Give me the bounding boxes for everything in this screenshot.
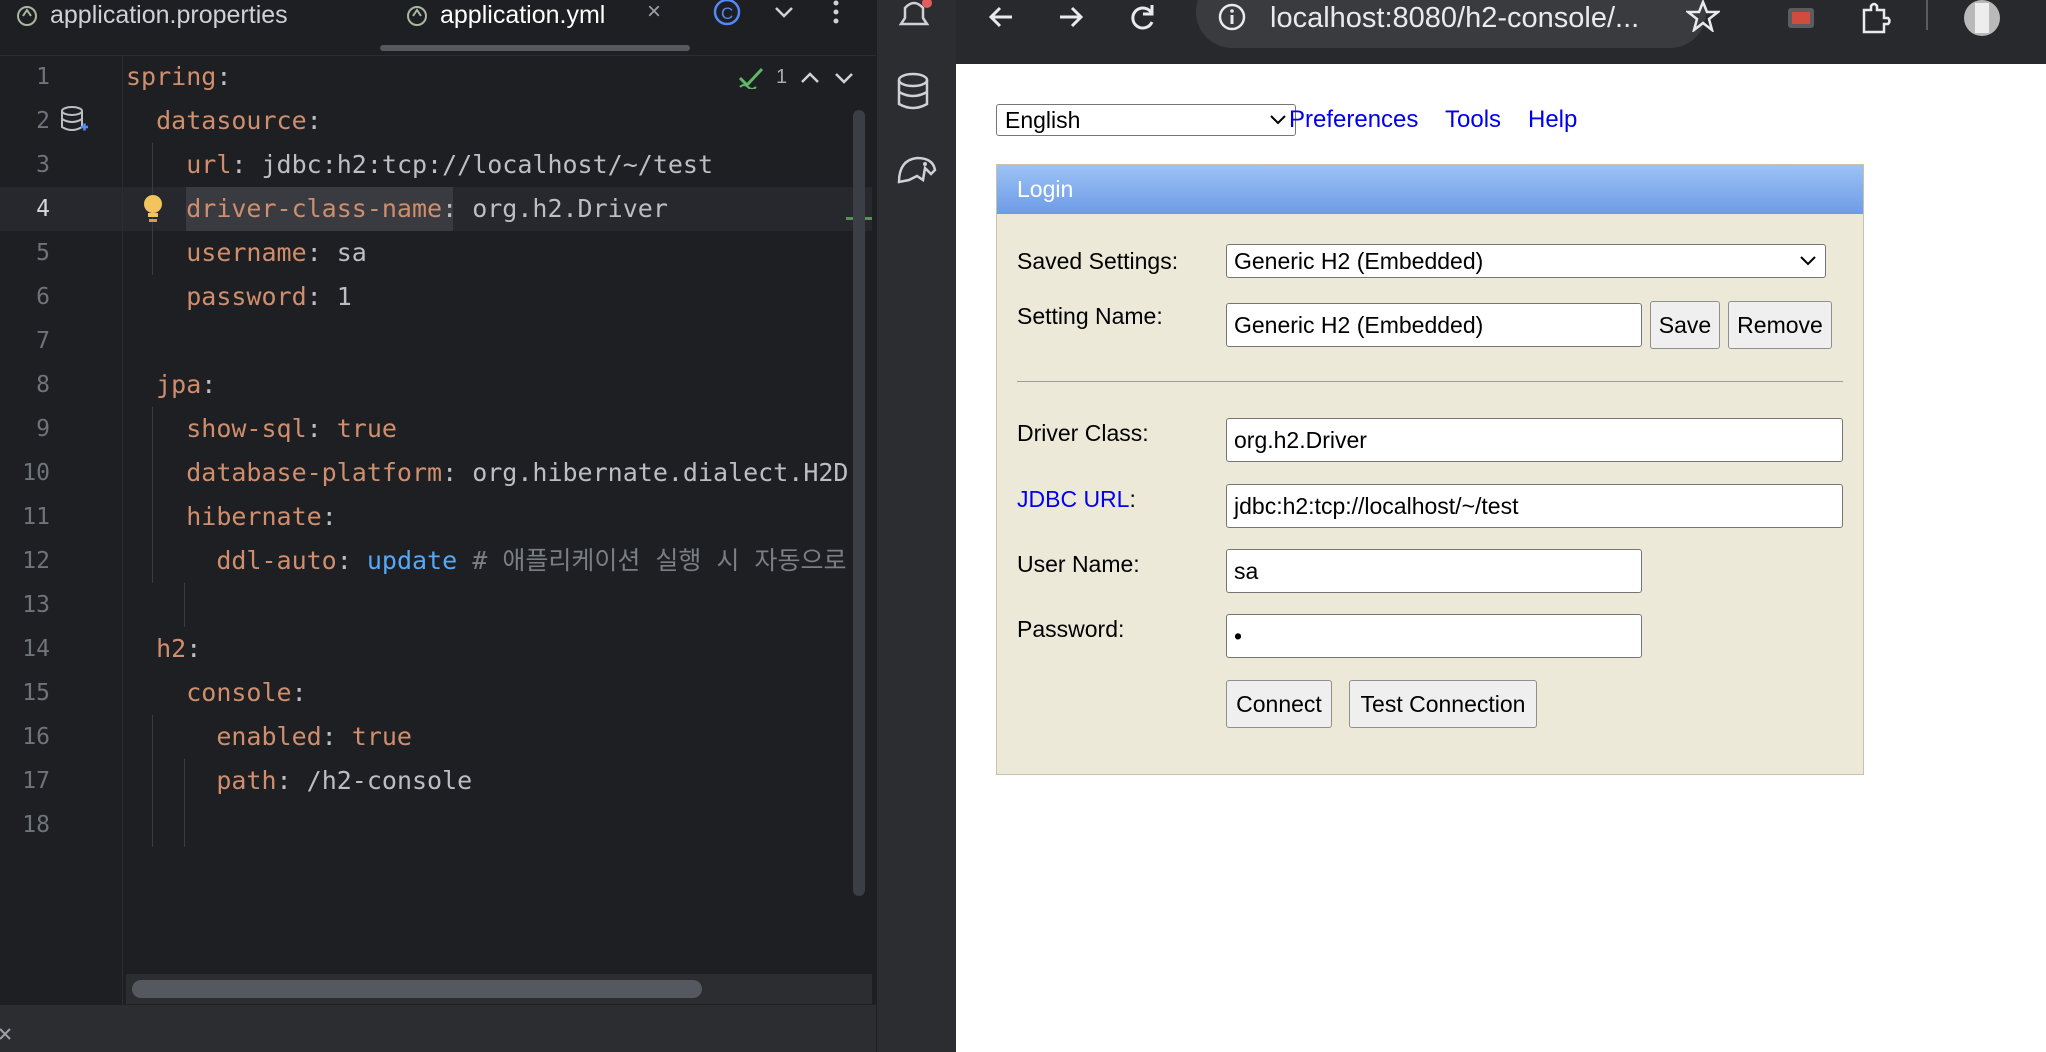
tools-link[interactable]: Tools [1445,106,1501,134]
editor-tab-bar: application.properties application.yml ×… [0,0,876,56]
tab-label: application.properties [50,0,288,29]
elephant-icon[interactable] [895,150,939,190]
code-line: enabled: true [216,722,412,751]
language-select-value: English [1005,107,1081,133]
back-icon[interactable] [986,2,1016,32]
preferences-link[interactable]: Preferences [1289,106,1418,134]
browser-toolbar: localhost:8080/h2-console/... [956,0,2046,64]
chevron-down-icon [1800,256,1816,266]
h2-console-page: English Preferences Tools Help Login Sav… [956,64,2046,1052]
test-connection-button[interactable]: Test Connection [1349,680,1537,728]
inspection-widget[interactable]: 1 [738,66,855,89]
star-icon[interactable] [1686,0,1720,32]
user-name-label: User Name: [1017,551,1140,577]
more-vertical-icon[interactable] [826,0,846,26]
spring-leaf-icon [407,6,427,26]
browser-window: localhost:8080/h2-console/... English Pr… [956,0,2046,1052]
reload-icon[interactable] [1128,2,1158,32]
divider [1017,381,1843,382]
close-icon[interactable]: × [647,0,661,26]
code-line: hibernate: [186,502,337,531]
saved-settings-select[interactable]: Generic H2 (Embedded) [1226,244,1826,278]
info-icon[interactable] [1216,2,1248,34]
code-editor[interactable]: spring: datasource: url: jdbc:h2:tcp://l… [0,55,872,975]
code-line: h2: [156,634,202,663]
vertical-scrollbar[interactable] [853,110,865,896]
code-line: driver-class-name: org.h2.Driver [186,194,668,223]
svg-text:C: C [721,4,733,23]
chevron-down-icon[interactable] [772,0,796,24]
login-panel: Login Saved Settings: Generic H2 (Embedd… [996,164,1864,775]
connect-button[interactable]: Connect [1226,680,1332,728]
setting-name-label: Setting Name: [1017,303,1163,329]
avatar[interactable] [1964,0,2000,36]
tab-application-properties[interactable]: application.properties [14,0,288,30]
password-input[interactable]: • [1226,614,1642,658]
tab-application-yml[interactable]: application.yml [404,0,605,30]
database-icon[interactable] [895,72,931,112]
jdbc-url-label: JDBC URL: [1017,486,1136,513]
chevron-down-icon[interactable] [833,70,855,86]
setting-name-input[interactable]: Generic H2 (Embedded) [1226,303,1642,347]
driver-class-label: Driver Class: [1017,420,1149,446]
toolbar-divider [1926,0,1928,30]
driver-class-input[interactable]: org.h2.Driver [1226,418,1843,462]
active-tab-indicator [380,45,690,51]
code-line: datasource: [156,106,322,135]
ide-window: application.properties application.yml ×… [0,0,876,1052]
extensions-icon[interactable] [1858,2,1892,34]
code-line: path: /h2-console [216,766,473,795]
code-line: url: jdbc:h2:tcp://localhost/~/test [186,150,714,179]
code-line: spring: [126,62,232,91]
password-label: Password: [1017,616,1125,642]
bell-icon[interactable] [895,0,935,32]
label-colon: : [1129,486,1136,512]
login-title: Login [997,165,1863,214]
indent-guide [184,583,185,627]
user-name-input[interactable]: sa [1226,549,1642,593]
remove-button[interactable]: Remove [1728,301,1832,349]
ide-status-strip [0,1005,876,1052]
close-icon[interactable] [0,1027,14,1041]
code-line: jpa: [156,370,217,399]
code-line: username: sa [186,238,367,267]
code-line: database-platform: org.hibernate.dialect… [186,458,849,487]
forward-icon[interactable] [1056,2,1086,32]
save-button[interactable]: Save [1650,301,1720,349]
chevron-up-icon[interactable] [799,70,821,86]
code-line: password: 1 [186,282,352,311]
check-icon [738,67,764,89]
jdbc-url-input[interactable]: jdbc:h2:tcp://localhost/~/test [1226,484,1843,528]
bulb-icon[interactable] [140,193,166,225]
help-link[interactable]: Help [1528,106,1577,134]
saved-settings-label: Saved Settings: [1017,248,1179,274]
inspection-count: 1 [776,66,788,88]
chevron-down-icon [1270,115,1286,125]
code-line: ddl-auto: update # 애플리케이션 실행 시 자동으로 [216,546,862,575]
horizontal-scrollbar[interactable] [132,980,702,998]
language-select[interactable]: English [996,104,1296,136]
spring-leaf-icon [17,6,37,26]
right-tool-strip [876,0,957,1052]
jdbc-url-link[interactable]: JDBC URL [1017,486,1129,512]
extension-app-icon[interactable] [1786,4,1816,32]
class-icon[interactable]: C [712,0,742,30]
url-text[interactable]: localhost:8080/h2-console/... [1270,2,1639,35]
code-line: console: [186,678,307,707]
saved-settings-value: Generic H2 (Embedded) [1234,248,1484,274]
code-line: show-sql: true [186,414,397,443]
tab-label: application.yml [440,0,606,29]
